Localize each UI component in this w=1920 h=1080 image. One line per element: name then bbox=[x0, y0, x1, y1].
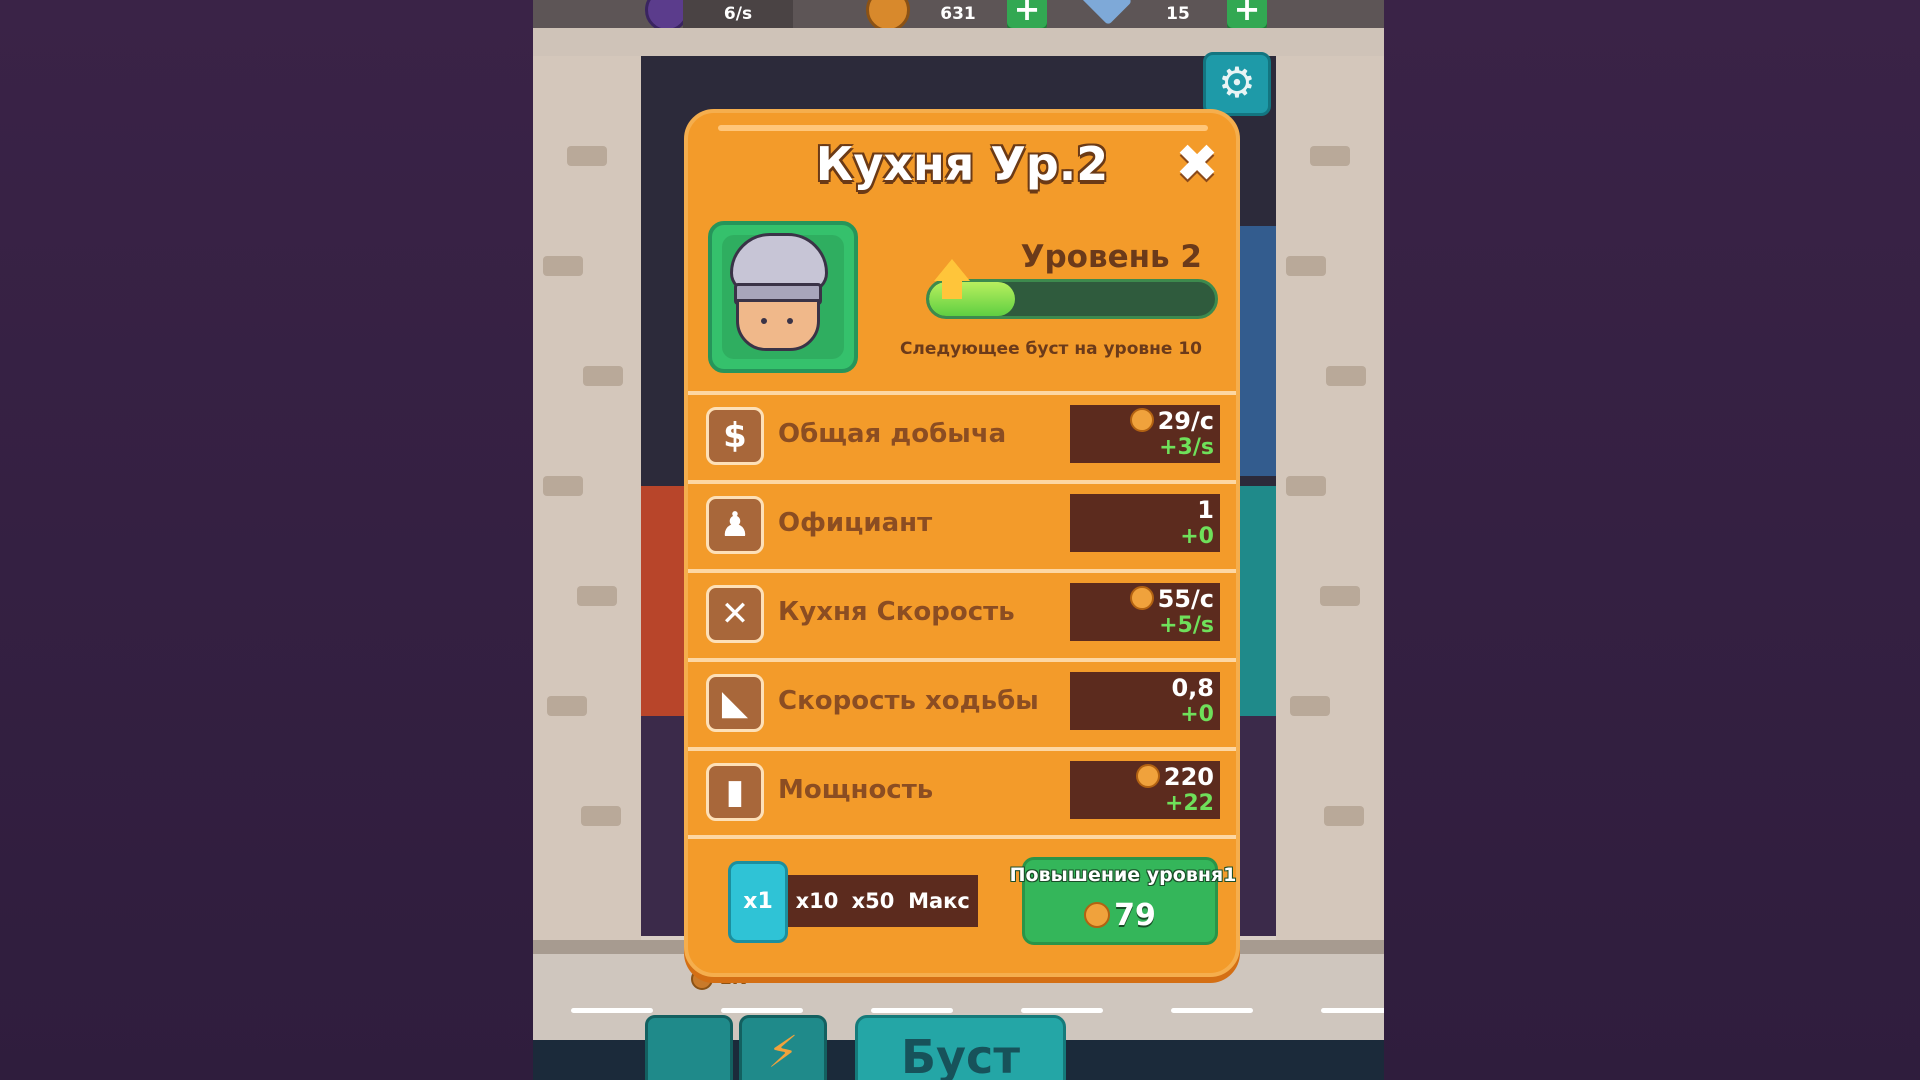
stat-delta: +3/s bbox=[1159, 435, 1214, 460]
close-icon[interactable]: ✖ bbox=[1172, 138, 1222, 190]
left-wall bbox=[533, 56, 641, 946]
level-up-arrow-icon bbox=[934, 259, 970, 281]
coin-icon bbox=[1129, 408, 1154, 432]
resource-bar: 6/s 631 + 15 + bbox=[533, 0, 1384, 32]
upgrade-label: Повышение уровня1 bbox=[1009, 864, 1237, 886]
utensils-icon: ✕ bbox=[706, 585, 764, 643]
shop-basket-icon[interactable] bbox=[645, 1015, 733, 1080]
stat-value-box: 55/с +5/s bbox=[1070, 583, 1220, 641]
diamond-balance: 15 bbox=[1166, 4, 1190, 24]
stat-label: Скорость ходьбы bbox=[778, 686, 1039, 716]
stat-row-walk-speed: ◣ Скорость ходьбы 0,8 +0 bbox=[688, 658, 1236, 744]
lightning-icon[interactable]: ⚡ bbox=[739, 1015, 827, 1080]
stat-value-box: 220 +22 bbox=[1070, 761, 1220, 819]
level-progress-bar bbox=[926, 279, 1218, 319]
multiplier-x10[interactable]: x10 bbox=[790, 875, 844, 927]
right-wall bbox=[1276, 56, 1384, 946]
upgrade-modal: Кухня Ур.2 ✖ Уровень 2 Следующее буст на… bbox=[684, 109, 1240, 977]
diamond-icon bbox=[1075, 0, 1133, 26]
chef-face bbox=[736, 299, 820, 351]
boost-button[interactable]: Буст bbox=[855, 1015, 1066, 1080]
stat-value: 220 bbox=[1163, 763, 1214, 791]
multiplier-x50[interactable]: x50 bbox=[844, 875, 902, 927]
stat-delta: +0 bbox=[1180, 524, 1214, 549]
upgrade-cost: 79 bbox=[1025, 898, 1215, 933]
waiter-icon: ♟ bbox=[706, 496, 764, 554]
coin-balance: 631 bbox=[940, 4, 976, 24]
stat-value: 55/с bbox=[1157, 585, 1214, 613]
chef-avatar bbox=[708, 221, 858, 373]
settings-gear-icon[interactable]: ⚙ bbox=[1203, 52, 1271, 116]
multiplier-selector: x10 x50 Макс bbox=[788, 875, 978, 927]
coin-icon bbox=[1135, 764, 1160, 788]
stat-delta: +22 bbox=[1164, 791, 1214, 816]
stat-value: 29/с bbox=[1157, 407, 1214, 435]
stat-delta: +0 bbox=[1180, 702, 1214, 727]
stat-value: 0,8 bbox=[1171, 674, 1214, 702]
add-coins-button[interactable]: + bbox=[1007, 0, 1047, 28]
stat-value-box: 1 +0 bbox=[1070, 494, 1220, 552]
stat-row-kitchen-speed: ✕ Кухня Скорость 55/с +5/s bbox=[688, 569, 1236, 655]
add-diamonds-button[interactable]: + bbox=[1227, 0, 1267, 28]
stat-delta: +5/s bbox=[1159, 613, 1214, 638]
multiplier-x1[interactable]: x1 bbox=[728, 861, 788, 943]
stat-label: Мощность bbox=[778, 775, 934, 805]
stat-value-box: 29/с +3/s bbox=[1070, 405, 1220, 463]
stat-label: Кухня Скорость bbox=[778, 597, 1015, 627]
multiplier-max[interactable]: Макс bbox=[902, 875, 976, 927]
stat-row-waiter: ♟ Официант 1 +0 bbox=[688, 480, 1236, 566]
income-rate: 6/s bbox=[683, 0, 793, 28]
dollar-icon: $ bbox=[706, 407, 764, 465]
stat-value: 1 bbox=[1197, 496, 1214, 524]
coin-icon bbox=[1129, 586, 1154, 610]
stat-value-box: 0,8 +0 bbox=[1070, 672, 1220, 730]
upgrade-button[interactable]: Повышение уровня1 79 bbox=[1010, 857, 1236, 945]
bar-chart-icon: ▮ bbox=[706, 763, 764, 821]
modal-title: Кухня Ур.2 bbox=[815, 137, 1109, 191]
coin-icon bbox=[1084, 902, 1111, 928]
stat-label: Официант bbox=[778, 508, 933, 538]
next-boost-text: Следующее буст на уровне 10 bbox=[899, 339, 1202, 359]
stat-row-power: ▮ Мощность 220 +22 bbox=[688, 747, 1236, 833]
shoe-icon: ◣ bbox=[706, 674, 764, 732]
stat-label: Общая добыча bbox=[778, 419, 1007, 449]
level-label: Уровень 2 bbox=[1020, 239, 1202, 275]
stat-row-total-income: $ Общая добыча 29/с +3/s bbox=[688, 391, 1236, 477]
upgrade-cost-value: 79 bbox=[1114, 898, 1156, 933]
